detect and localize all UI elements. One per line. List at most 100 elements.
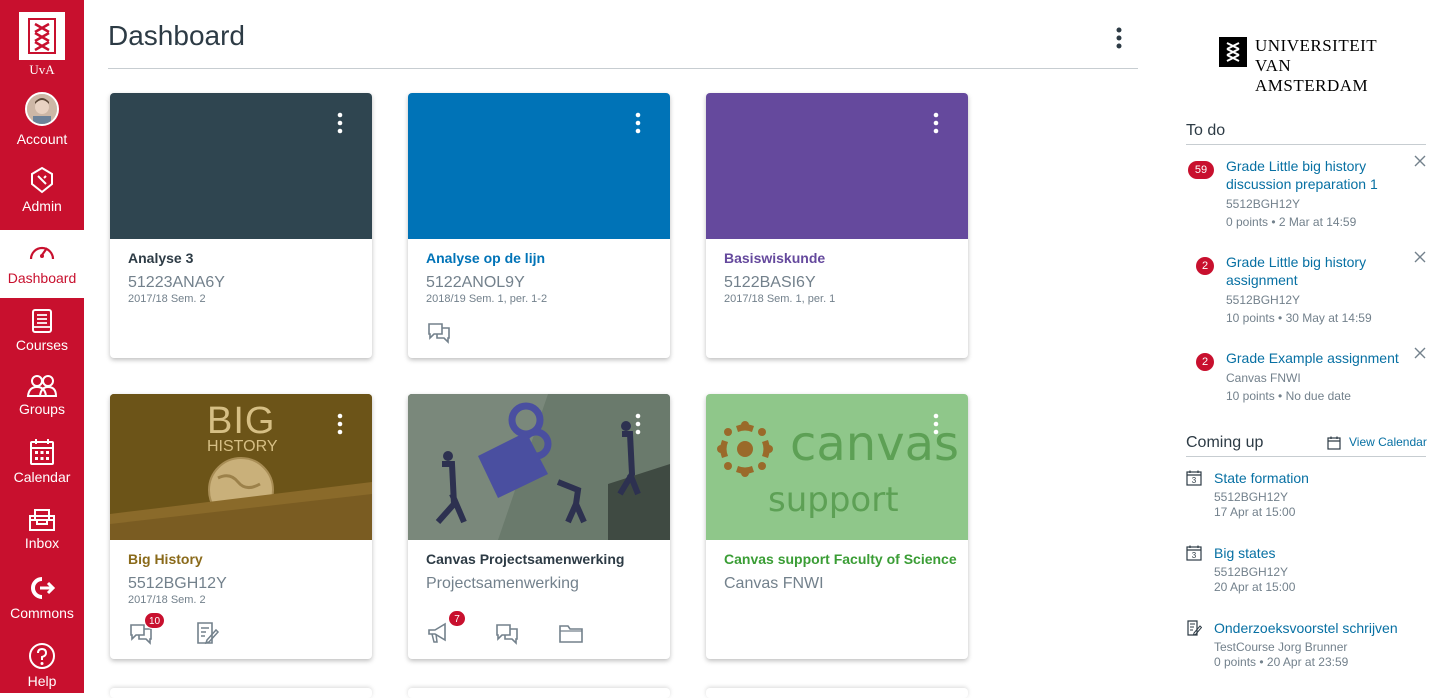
card-options-icon[interactable] (330, 412, 350, 438)
course-term: 2017/18 Sem. 1, per. 1 (724, 293, 836, 305)
view-calendar-link[interactable]: View Calendar (1349, 435, 1427, 449)
assignments-icon[interactable] (194, 620, 220, 646)
course-card-partial[interactable] (110, 688, 372, 698)
course-name[interactable]: Analyse 3 (128, 250, 193, 266)
todo-item-link[interactable]: Grade Little big history assignment (1226, 253, 1396, 289)
nav-commons-label: Commons (10, 605, 74, 621)
nav-inbox[interactable]: Inbox (0, 506, 84, 564)
course-card-basiswiskunde[interactable]: Basiswiskunde 5122BASI6Y 2017/18 Sem. 1,… (706, 93, 968, 358)
branding-line2: VAN AMSTERDAM (1255, 56, 1369, 95)
nav-commons[interactable]: Commons (0, 576, 84, 636)
hero-title-line2: support (768, 480, 899, 520)
avatar (25, 92, 59, 126)
close-icon[interactable] (1414, 155, 1426, 167)
coming-up-divider (1186, 456, 1426, 457)
todo-heading: To do (1186, 122, 1226, 139)
nav-admin[interactable]: Admin (0, 166, 84, 230)
nav-groups-label: Groups (19, 401, 65, 417)
coming-up-item: 3 State formation 5512BGH12Y 17 Apr at 1… (1186, 470, 1426, 522)
close-icon[interactable] (1414, 347, 1426, 359)
nav-help[interactable]: Help (0, 642, 84, 693)
uva-branding-logo: UNIVERSITEIT VAN AMSTERDAM (1219, 36, 1399, 95)
dashboard-options-icon[interactable] (1108, 25, 1130, 53)
speedometer-icon (29, 246, 55, 260)
course-name[interactable]: Analyse op de lijn (426, 250, 545, 266)
nav-inbox-label: Inbox (24, 535, 60, 551)
coming-up-meta: 20 Apr at 15:00 (1214, 580, 1296, 594)
files-folder-icon[interactable] (558, 620, 584, 646)
course-name[interactable]: Big History (128, 551, 203, 567)
card-options-icon[interactable] (628, 412, 648, 438)
coming-up-link[interactable]: Onderzoeksvoorstel schrijven (1214, 620, 1398, 636)
card-options-icon[interactable] (926, 412, 946, 438)
course-term: 2017/18 Sem. 2 (128, 594, 206, 606)
discussions-icon[interactable] (426, 319, 452, 345)
course-name[interactable]: Canvas Projectsamenwerking (426, 551, 624, 567)
calendar-icon[interactable] (1327, 436, 1341, 450)
coming-up-meta: 17 Apr at 15:00 (1214, 505, 1296, 519)
announcements-icon[interactable] (426, 620, 452, 646)
course-code: Canvas FNWI (724, 575, 824, 592)
coming-up-heading: Coming up (1186, 434, 1264, 451)
coming-up-course: 5512BGH12Y (1214, 490, 1289, 504)
nav-help-label: Help (27, 673, 57, 689)
course-term: 2018/19 Sem. 1, per. 1-2 (426, 293, 548, 305)
course-card-partial[interactable] (706, 688, 968, 698)
nav-account[interactable]: Account (0, 92, 84, 158)
commons-icon (31, 577, 55, 599)
course-name[interactable]: Canvas support Faculty of Science (724, 551, 957, 567)
todo-item-link[interactable]: Grade Little big history discussion prep… (1226, 157, 1396, 193)
course-code: 5122ANOL9Y (426, 274, 525, 291)
course-code: 5122BASI6Y (724, 274, 816, 291)
canvas-logo-icon (717, 421, 773, 477)
close-icon[interactable] (1414, 251, 1426, 263)
branding-line1: UNIVERSITEIT (1255, 36, 1378, 55)
coming-up-item: Onderzoeksvoorstel schrijven TestCourse … (1186, 620, 1426, 672)
shield-icon (31, 166, 53, 194)
uva-logo-icon (19, 12, 65, 60)
needs-grading-badge: 2 (1196, 353, 1214, 371)
nav-groups[interactable]: Groups (0, 374, 84, 430)
nav-dashboard-label: Dashboard (7, 270, 77, 286)
coming-up-link[interactable]: Big states (1214, 545, 1275, 561)
course-card-analyse-3[interactable]: Analyse 3 51223ANA6Y 2017/18 Sem. 2 (110, 93, 372, 358)
hero-title-line1: BIG (207, 400, 276, 442)
coming-up-item: 3 Big states 5512BGH12Y 20 Apr at 15:00 (1186, 545, 1426, 597)
course-term: 2017/18 Sem. 2 (128, 293, 206, 305)
course-card-analyse-op-de-lijn[interactable]: Analyse op de lijn 5122ANOL9Y 2018/19 Se… (408, 93, 670, 358)
nav-courses[interactable]: Courses (0, 308, 84, 364)
course-card-canvas-projectsamenwerking[interactable]: Canvas Projectsamenwerking Projectsamenw… (408, 394, 670, 659)
nav-dashboard[interactable]: Dashboard (0, 230, 84, 298)
nav-account-label: Account (16, 131, 68, 147)
card-actions: 7 (426, 610, 656, 648)
unread-discussions-badge: 10 (144, 612, 166, 629)
help-icon (29, 643, 55, 669)
groups-icon (26, 375, 58, 397)
course-card-canvas-support[interactable]: canvas support Canvas support Faculty of… (706, 394, 968, 659)
coming-up-course: TestCourse Jorg Brunner (1214, 640, 1348, 654)
coming-up-link[interactable]: State formation (1214, 470, 1309, 486)
coming-up-meta: 0 points • 20 Apr at 23:59 (1214, 655, 1349, 669)
course-name[interactable]: Basiswiskunde (724, 250, 825, 266)
calendar-day: 3 (1191, 551, 1197, 560)
nav-calendar[interactable]: Calendar (0, 438, 84, 496)
card-options-icon[interactable] (926, 111, 946, 137)
inbox-icon (29, 509, 55, 531)
todo-item-link[interactable]: Grade Example assignment (1226, 349, 1406, 367)
discussions-icon[interactable] (494, 620, 520, 646)
nav-calendar-label: Calendar (13, 469, 71, 485)
todo-item-meta: 10 points • No due date (1226, 389, 1351, 403)
course-code: Projectsamenwerking (426, 575, 579, 592)
nav-courses-label: Courses (15, 337, 69, 353)
card-options-icon[interactable] (330, 111, 350, 137)
card-options-icon[interactable] (628, 111, 648, 137)
todo-item-course: 5512BGH12Y (1226, 293, 1301, 307)
course-card-big-history[interactable]: BIG HISTORY Big History 5512BGH12Y 2017/… (110, 394, 372, 659)
todo-item-course: Canvas FNWI (1226, 371, 1301, 385)
nav-admin-label: Admin (22, 198, 62, 214)
coming-up-course: 5512BGH12Y (1214, 565, 1289, 579)
uva-home-link[interactable]: UvA (0, 0, 84, 86)
todo-item: 2 Grade Little big history assignment 55… (1186, 251, 1426, 333)
needs-grading-badge: 2 (1196, 257, 1214, 275)
course-card-partial[interactable] (408, 688, 670, 698)
